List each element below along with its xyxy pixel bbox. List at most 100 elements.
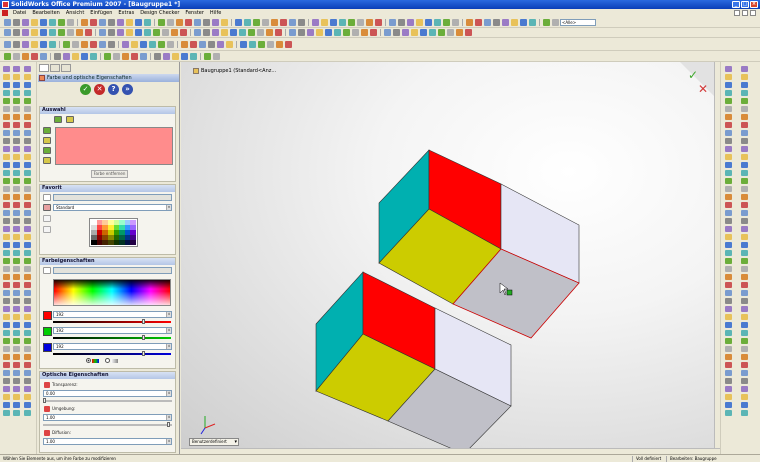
feature-tool-icon[interactable] — [316, 29, 323, 36]
left-toolbar-b-tool-icon[interactable] — [13, 106, 20, 112]
ok-button[interactable]: ✓ — [80, 84, 91, 95]
sketch-tool-icon[interactable] — [131, 53, 138, 60]
standard-tool-icon[interactable] — [67, 19, 74, 26]
standard-tool-icon[interactable] — [271, 19, 278, 26]
right-toolbar-b-tool-icon[interactable] — [741, 154, 748, 160]
assembly-tool-icon[interactable] — [22, 41, 29, 48]
right-toolbar-b-tool-icon[interactable] — [741, 66, 748, 72]
add-swatch-icon[interactable] — [43, 215, 51, 222]
standard-tool-icon[interactable] — [321, 19, 328, 26]
feature-tool-icon[interactable] — [49, 29, 56, 36]
right-toolbar-b-tool-icon[interactable] — [741, 138, 748, 144]
zoom-combo[interactable]: <Alle> — [560, 19, 596, 26]
left-toolbar-c-tool-icon[interactable] — [24, 98, 31, 104]
left-toolbar-a-tool-icon[interactable] — [3, 146, 10, 152]
left-toolbar-c-tool-icon[interactable] — [24, 170, 31, 176]
sketch-tool-icon[interactable] — [113, 53, 120, 60]
assembly-tool-icon[interactable] — [122, 41, 129, 48]
standard-tool-icon[interactable] — [339, 19, 346, 26]
left-toolbar-c-tool-icon[interactable] — [24, 138, 31, 144]
right-toolbar-a-tool-icon[interactable] — [725, 330, 732, 336]
spin-icon[interactable]: ⇕ — [166, 312, 171, 317]
assembly-tool-icon[interactable] — [208, 41, 215, 48]
standard-tool-icon[interactable] — [167, 19, 174, 26]
left-toolbar-a-tool-icon[interactable] — [3, 218, 10, 224]
color-swatch[interactable] — [130, 240, 136, 245]
left-toolbar-b-tool-icon[interactable] — [13, 266, 20, 272]
feature-tool-icon[interactable] — [438, 29, 445, 36]
left-toolbar-c-tool-icon[interactable] — [24, 202, 31, 208]
current-color-field[interactable] — [53, 267, 172, 274]
cancel-button[interactable]: ✕ — [94, 84, 105, 95]
standard-tool-icon[interactable] — [221, 19, 228, 26]
sketch-tool-icon[interactable] — [172, 53, 179, 60]
left-toolbar-b-tool-icon[interactable] — [13, 162, 20, 168]
assembly-tool-icon[interactable] — [149, 41, 156, 48]
left-toolbar-a-tool-icon[interactable] — [3, 274, 10, 280]
right-toolbar-b-tool-icon[interactable] — [741, 90, 748, 96]
right-toolbar-b-tool-icon[interactable] — [741, 410, 748, 416]
transparency-slider-thumb[interactable] — [43, 398, 46, 403]
left-toolbar-b-tool-icon[interactable] — [13, 346, 20, 352]
right-toolbar-a-tool-icon[interactable] — [725, 74, 732, 80]
left-toolbar-c-tool-icon[interactable] — [24, 226, 31, 232]
right-toolbar-b-tool-icon[interactable] — [741, 210, 748, 216]
standard-tool-icon[interactable] — [466, 19, 473, 26]
left-toolbar-c-tool-icon[interactable] — [24, 106, 31, 112]
feature-tool-icon[interactable] — [370, 29, 377, 36]
right-toolbar-a-tool-icon[interactable] — [725, 210, 732, 216]
assembly-tool-icon[interactable] — [131, 41, 138, 48]
left-toolbar-b-tool-icon[interactable] — [13, 210, 20, 216]
left-toolbar-a-tool-icon[interactable] — [3, 130, 10, 136]
standard-tool-icon[interactable] — [475, 19, 482, 26]
select-component-icon[interactable] — [54, 116, 62, 123]
color-picker-icon[interactable] — [43, 267, 51, 274]
right-toolbar-a-tool-icon[interactable] — [725, 186, 732, 192]
chevron-down-icon[interactable]: ▾ — [166, 205, 171, 210]
right-toolbar-a-tool-icon[interactable] — [725, 90, 732, 96]
select-face-icon[interactable] — [66, 116, 74, 123]
left-toolbar-b-tool-icon[interactable] — [13, 138, 20, 144]
left-toolbar-a-tool-icon[interactable] — [3, 74, 10, 80]
standard-tool-icon[interactable] — [22, 19, 29, 26]
right-toolbar-b-tool-icon[interactable] — [741, 186, 748, 192]
detail-preview-button[interactable]: » — [122, 84, 133, 95]
right-toolbar-b-tool-icon[interactable] — [741, 106, 748, 112]
right-toolbar-b-tool-icon[interactable] — [741, 338, 748, 344]
optical-properties-title[interactable]: Optische Eigenschaften — [40, 372, 175, 379]
doc-close-button[interactable] — [750, 10, 756, 16]
feature-tool-icon[interactable] — [275, 29, 282, 36]
assembly-tool-icon[interactable] — [4, 41, 11, 48]
feature-tool-icon[interactable] — [257, 29, 264, 36]
assembly-tool-icon[interactable] — [240, 41, 247, 48]
feature-tool-icon[interactable] — [325, 29, 332, 36]
left-toolbar-a-tool-icon[interactable] — [3, 314, 10, 320]
left-toolbar-b-tool-icon[interactable] — [13, 154, 20, 160]
standard-tool-icon[interactable] — [520, 19, 527, 26]
sketch-tool-icon[interactable] — [204, 53, 211, 60]
sketch-tool-icon[interactable] — [54, 53, 61, 60]
left-toolbar-b-tool-icon[interactable] — [13, 114, 20, 120]
left-toolbar-c-tool-icon[interactable] — [24, 218, 31, 224]
left-toolbar-a-tool-icon[interactable] — [3, 82, 10, 88]
right-toolbar-b-tool-icon[interactable] — [741, 74, 748, 80]
menu-help[interactable]: Hilfe — [207, 10, 224, 16]
feature-tool-icon[interactable] — [76, 29, 83, 36]
left-toolbar-c-tool-icon[interactable] — [24, 402, 31, 408]
left-toolbar-c-tool-icon[interactable] — [24, 362, 31, 368]
right-toolbar-a-tool-icon[interactable] — [725, 274, 732, 280]
left-toolbar-c-tool-icon[interactable] — [24, 210, 31, 216]
blue-value-field[interactable]: 192 ⇕ — [53, 343, 172, 350]
left-toolbar-a-tool-icon[interactable] — [3, 170, 10, 176]
left-toolbar-b-tool-icon[interactable] — [13, 90, 20, 96]
left-toolbar-b-tool-icon[interactable] — [13, 178, 20, 184]
standard-tool-icon[interactable] — [366, 19, 373, 26]
left-toolbar-b-tool-icon[interactable] — [13, 226, 20, 232]
left-toolbar-a-tool-icon[interactable] — [3, 154, 10, 160]
menu-window[interactable]: Fenster — [182, 10, 207, 16]
feature-tool-icon[interactable] — [384, 29, 391, 36]
right-toolbar-a-tool-icon[interactable] — [725, 338, 732, 344]
left-toolbar-b-tool-icon[interactable] — [13, 202, 20, 208]
assembly-tool-icon[interactable] — [13, 41, 20, 48]
left-toolbar-c-tool-icon[interactable] — [24, 306, 31, 312]
